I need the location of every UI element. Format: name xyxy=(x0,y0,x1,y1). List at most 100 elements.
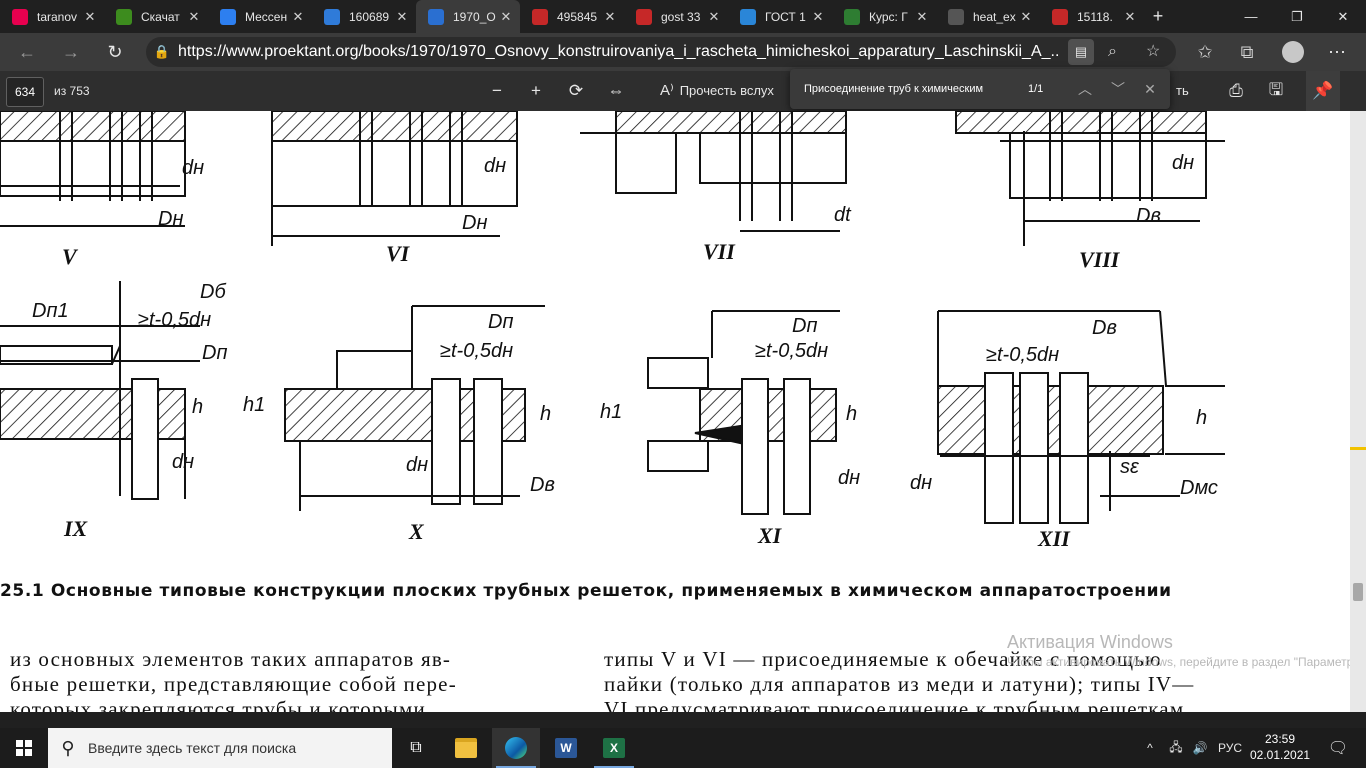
red-hexagon-icon xyxy=(12,8,28,25)
browser-tab[interactable]: gost 33 ✕ xyxy=(624,0,728,33)
pdf-icon xyxy=(1052,8,1068,25)
excel-taskbar-button[interactable]: X xyxy=(590,728,638,768)
tray-overflow-button[interactable]: ^ xyxy=(1138,728,1162,768)
figure-label-v: V xyxy=(62,244,77,269)
find-input[interactable]: Присоединение труб к химическим xyxy=(804,69,1024,109)
printer-icon: ⎙ xyxy=(1229,81,1243,100)
rotate-icon: ⟳ xyxy=(568,81,584,100)
reader-view-icon[interactable]: ▤ xyxy=(1068,39,1094,65)
browser-tab[interactable]: ГОСТ 1 ✕ xyxy=(728,0,832,33)
find-close-button[interactable]: ✕ xyxy=(1135,69,1165,109)
tab-label: Курс: Г xyxy=(869,9,908,24)
profile-button[interactable] xyxy=(1276,33,1310,71)
browser-tab[interactable]: taranov ✕ xyxy=(0,0,104,33)
close-icon: ✕ xyxy=(1144,80,1156,97)
tab-label: heat_ex xyxy=(973,9,1016,24)
favorite-star-icon[interactable]: ☆ xyxy=(1146,37,1160,67)
tab-label: 495845 xyxy=(557,9,598,24)
dim-dt: dt xyxy=(834,204,851,226)
tray-network-button[interactable]: 🖧 xyxy=(1164,728,1188,768)
url-text: https://www.proektant.org/books/1970/197… xyxy=(178,43,1058,60)
forward-button[interactable]: → xyxy=(54,33,88,71)
word-taskbar-button[interactable]: W xyxy=(542,728,590,768)
tab-close-icon[interactable]: ✕ xyxy=(498,9,514,25)
clock-date: 02.01.2021 xyxy=(1250,748,1311,762)
start-button[interactable] xyxy=(0,728,48,768)
find-next-button[interactable]: ﹀ xyxy=(1103,69,1133,109)
browser-tab[interactable]: Скачат ✕ xyxy=(104,0,208,33)
tab-close-icon[interactable]: ✕ xyxy=(914,9,930,25)
dim-dn: dн xyxy=(1172,152,1195,174)
tab-label: taranov xyxy=(37,9,78,24)
pdf-icon xyxy=(636,8,652,25)
zoom-icon[interactable]: ⌕ xyxy=(1108,37,1117,67)
save-button[interactable]: 🖫 xyxy=(1259,71,1293,111)
dim-Dn: Dн xyxy=(462,212,488,234)
document-scrollbar[interactable] xyxy=(1350,111,1366,712)
tab-close-icon[interactable]: ✕ xyxy=(1018,9,1034,25)
browser-tab[interactable]: 160689 ✕ xyxy=(312,0,416,33)
taskbar-clock[interactable]: 23:59 02.01.2021 xyxy=(1250,731,1310,763)
green-flower-icon xyxy=(116,8,132,25)
find-previous-button[interactable]: ︿ xyxy=(1070,69,1100,109)
fit-page-button[interactable]: ⇔ xyxy=(599,71,633,111)
pdf-icon xyxy=(532,8,548,25)
tab-close-icon[interactable]: ✕ xyxy=(290,9,306,25)
dim-h: h xyxy=(540,403,552,425)
tab-close-icon[interactable]: ✕ xyxy=(82,9,98,25)
notifications-button[interactable]: 🗨 xyxy=(1320,728,1356,768)
tray-volume-button[interactable]: 🔊 xyxy=(1188,728,1212,768)
refresh-button[interactable]: ↻ xyxy=(98,33,132,71)
back-button[interactable]: ← xyxy=(10,33,44,71)
task-view-icon: ⧉ xyxy=(410,739,422,756)
tab-close-icon[interactable]: ✕ xyxy=(810,9,826,25)
tab-label: ГОСТ 1 xyxy=(765,9,806,24)
pin-toolbar-button[interactable]: 📌 xyxy=(1306,71,1340,111)
task-view-button[interactable]: ⧉ xyxy=(392,728,440,768)
page-number-input[interactable]: 634 xyxy=(6,77,44,107)
zoom-in-button[interactable]: + xyxy=(519,71,553,111)
edge-taskbar-button[interactable] xyxy=(492,728,540,768)
browser-tab[interactable]: heat_ex ✕ xyxy=(936,0,1040,33)
chat-bubble-icon xyxy=(220,8,236,25)
dim-Dp1: Dп1 xyxy=(32,300,69,322)
dim-h: h xyxy=(192,396,204,418)
find-on-page-box: Присоединение труб к химическим 1/1 ︿ ﹀ … xyxy=(790,69,1170,109)
dim-h1: h1 xyxy=(600,401,623,423)
chevron-up-icon: ︿ xyxy=(1078,81,1092,97)
tab-close-icon[interactable]: ✕ xyxy=(186,9,202,25)
minimize-icon: — xyxy=(1244,9,1258,24)
language-indicator[interactable]: РУС xyxy=(1214,728,1246,768)
tab-strip: taranov ✕ Скачат ✕ Мессен ✕ 160689 ✕ 1970_O ✕ 4958… xyxy=(0,0,1366,33)
close-window-button[interactable]: ✕ xyxy=(1320,0,1366,33)
collections-button[interactable]: ⧉ xyxy=(1230,33,1264,71)
close-icon: ✕ xyxy=(1337,8,1349,24)
favorites-button[interactable]: ✩ xyxy=(1188,33,1222,71)
browser-tab[interactable]: 1970_O ✕ xyxy=(416,0,520,33)
browser-tab[interactable]: 15118. ✕ xyxy=(1040,0,1144,33)
zoom-out-button[interactable]: − xyxy=(480,71,514,111)
tab-close-icon[interactable]: ✕ xyxy=(394,9,410,25)
read-aloud-button[interactable]: A⁾ Прочесть вслух xyxy=(660,71,774,111)
tab-close-icon[interactable]: ✕ xyxy=(1122,9,1138,25)
dim-Dp: Dп xyxy=(792,315,818,337)
browser-tab[interactable]: 495845 ✕ xyxy=(520,0,624,33)
print-button[interactable]: ⎙ xyxy=(1219,71,1253,111)
browser-tab[interactable]: Мессен ✕ xyxy=(208,0,312,33)
tab-close-icon[interactable]: ✕ xyxy=(602,9,618,25)
pin-icon: 📌 xyxy=(1312,81,1334,100)
file-explorer-button[interactable] xyxy=(442,728,490,768)
figure-caption: 25.1 Основные типовые конструкции плоски… xyxy=(0,581,1172,601)
scrollbar-thumb[interactable] xyxy=(1353,583,1363,601)
address-bar[interactable]: 🔒 https://www.proektant.org/books/1970/1… xyxy=(146,37,1176,67)
settings-menu-button[interactable]: ⋯ xyxy=(1320,33,1354,71)
dim-Dv: Dв xyxy=(1136,205,1161,227)
tab-close-icon[interactable]: ✕ xyxy=(706,9,722,25)
browser-tab[interactable]: Курс: Г ✕ xyxy=(832,0,936,33)
minimize-button[interactable]: — xyxy=(1228,0,1274,33)
new-tab-button[interactable]: + xyxy=(1138,0,1178,33)
rotate-button[interactable]: ⟳ xyxy=(559,71,593,111)
taskbar-search-box[interactable]: ⚲ Введите здесь текст для поиска xyxy=(48,728,392,768)
restore-button[interactable]: ❐ xyxy=(1274,0,1320,33)
arrow-left-icon: ← xyxy=(18,41,36,62)
